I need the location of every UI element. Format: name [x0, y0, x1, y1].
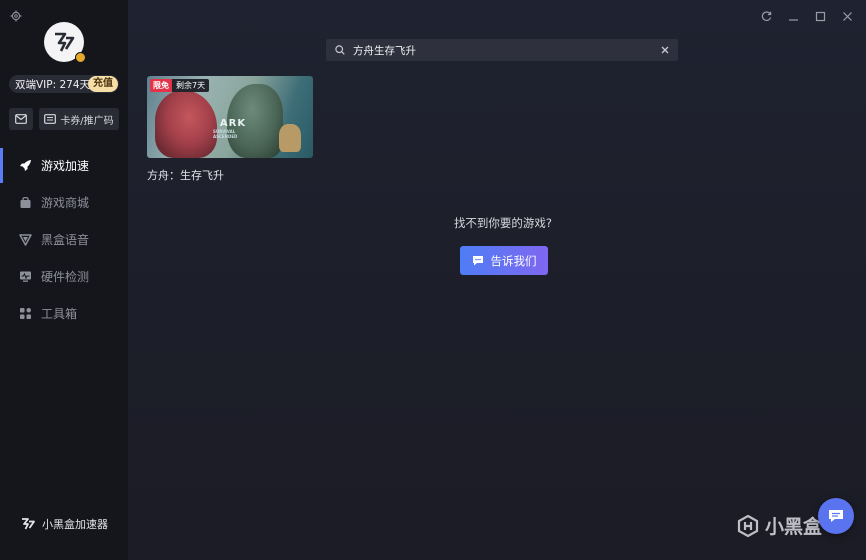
vip-text: 双端VIP: 274天: [15, 78, 91, 91]
brand-name: 小黑盒加速器: [42, 518, 108, 531]
monitor-icon: [19, 270, 32, 283]
sidebar-nav: 游戏加速 游戏商城 黑盒语音 硬件检测 工具箱: [0, 147, 128, 332]
nav-label: 硬件检测: [41, 270, 90, 284]
coupon-button[interactable]: 卡券/推广码: [39, 108, 119, 130]
watermark-text: 小黑盒: [765, 516, 823, 538]
maximize-icon: [815, 11, 826, 22]
nav-item-toolbox[interactable]: 工具箱: [0, 295, 128, 332]
rocket-icon: [19, 159, 32, 172]
days-left-badge: 剩余7天: [172, 79, 210, 92]
game-art-creature: [279, 124, 301, 152]
not-found-text: 找不到你要的游戏?: [453, 216, 553, 230]
game-art-logo-text: ARK: [219, 118, 247, 129]
sidebar: 双端VIP: 274天 充值 卡券/推广码 游戏加速 游戏商城 黑盒语音 硬件检…: [0, 0, 128, 560]
nav-label: 工具箱: [41, 307, 78, 321]
gear-icon: [10, 10, 22, 22]
vip-badge-icon: [75, 52, 86, 63]
minimize-icon: [789, 19, 798, 21]
main-panel: ARK SURVIVAL ASCENDED 限免 剩余7天 方舟：生存飞升 找不…: [128, 0, 866, 560]
game-art-logo-subtitle: SURVIVAL ASCENDED: [213, 129, 238, 139]
voice-icon: [19, 233, 32, 246]
refresh-button[interactable]: [760, 10, 773, 23]
settings-button[interactable]: [10, 10, 22, 22]
nav-label: 游戏商城: [41, 196, 90, 210]
vip-status: 双端VIP: 274天 充值: [9, 75, 119, 93]
close-icon: [661, 46, 669, 54]
free-badge: 限免: [150, 79, 172, 92]
grid-icon: [19, 307, 32, 320]
game-badges: 限免 剩余7天: [150, 79, 210, 92]
search-icon: [335, 45, 345, 55]
nav-label: 黑盒语音: [41, 233, 90, 247]
game-title[interactable]: 方舟：生存飞升: [147, 167, 224, 183]
refresh-icon: [761, 11, 772, 21]
mail-button[interactable]: [9, 108, 33, 130]
nav-item-game-store[interactable]: 游戏商城: [0, 184, 128, 221]
app-logo-icon: [55, 32, 75, 52]
nav-item-game-boost[interactable]: 游戏加速: [0, 147, 128, 184]
game-art-creature: [155, 90, 217, 158]
game-art-logo: ARK SURVIVAL ASCENDED: [213, 118, 253, 148]
nav-item-hardware[interactable]: 硬件检测: [0, 258, 128, 295]
recharge-button[interactable]: 充值: [88, 76, 118, 92]
nav-item-voice[interactable]: 黑盒语音: [0, 221, 128, 258]
clear-search-button[interactable]: [661, 44, 669, 56]
ticket-icon: [44, 114, 57, 124]
coupon-label: 卡券/推广码: [60, 115, 114, 127]
search-bar: [326, 39, 678, 61]
close-icon: [843, 12, 852, 21]
mail-icon: [15, 114, 27, 124]
watermark: 小黑盒: [736, 512, 822, 539]
window-controls: [760, 10, 854, 23]
maximize-button[interactable]: [814, 10, 827, 23]
tell-us-label: 告诉我们: [490, 253, 537, 268]
user-avatar[interactable]: [44, 22, 86, 63]
game-card[interactable]: ARK SURVIVAL ASCENDED 限免 剩余7天: [147, 76, 313, 158]
brand-logo-icon: [22, 518, 35, 530]
tell-us-button[interactable]: 告诉我们: [460, 246, 548, 275]
search-input[interactable]: [353, 44, 653, 56]
brand: 小黑盒加速器: [20, 516, 108, 532]
heybox-logo-icon: [737, 514, 759, 537]
support-chat-button[interactable]: [818, 498, 854, 534]
chat-icon: [829, 510, 843, 522]
close-button[interactable]: [841, 10, 854, 23]
bag-icon: [19, 196, 32, 209]
minimize-button[interactable]: [787, 10, 800, 23]
chat-bubble-icon: [472, 256, 483, 266]
nav-label: 游戏加速: [41, 159, 90, 173]
